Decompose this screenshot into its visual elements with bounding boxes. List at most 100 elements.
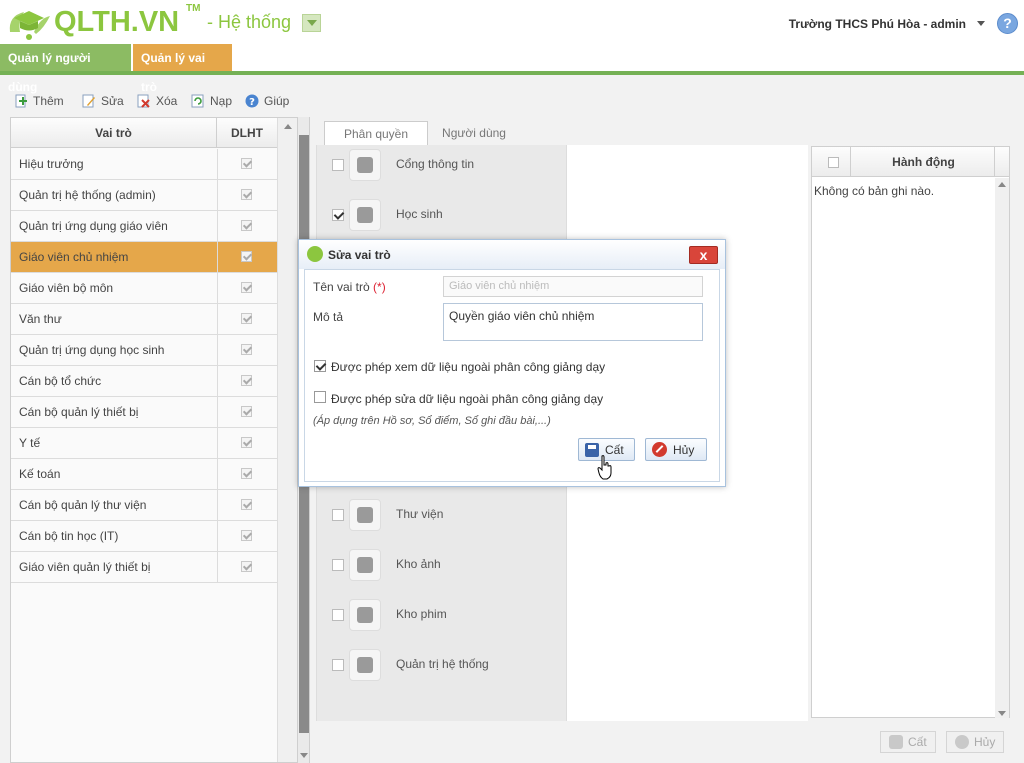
dialog-title: Sửa vai trò [328,248,391,262]
photo-album-icon [349,549,381,581]
scroll-down-icon[interactable] [300,753,308,758]
cell-divider [217,459,218,489]
delete-icon [137,94,151,108]
save-icon [889,735,903,749]
tab-user-management[interactable]: Quản lý người dùng [0,44,131,94]
bottom-save-label: Cất [908,735,927,749]
header-divider [994,147,995,177]
reload-button[interactable]: Nạp [191,94,232,108]
role-name-label: Tên vai trò (*) [313,280,386,294]
role-list-scrollbar[interactable] [277,118,297,762]
role-row[interactable]: Cán bộ quản lý thư viện [11,490,277,521]
role-row[interactable]: Cán bộ tin học (IT) [11,521,277,552]
role-row[interactable]: Văn thư [11,304,277,335]
permission-label: Quản trị hệ thống [396,657,489,671]
permission-checkbox[interactable] [332,609,344,621]
dlht-checkbox [241,313,252,324]
permission-item[interactable]: Kho ảnh [317,545,567,585]
tab-users[interactable]: Người dùng [428,121,520,145]
help-icon[interactable]: ? [997,13,1018,34]
edit-icon [82,94,96,108]
view-outside-assignment-checkbox[interactable] [314,360,326,372]
permission-label: Kho phim [396,607,447,621]
user-info[interactable]: Trường THCS Phú Hòa - admin [789,17,966,31]
column-header-role[interactable]: Vai trò [11,118,217,148]
delete-label: Xóa [156,94,178,108]
edit-outside-assignment-checkbox[interactable] [314,391,326,403]
add-button[interactable]: Thêm [14,94,64,108]
app-header: QLTH.VN TM - Hệ thống Trường THCS Phú Hò… [0,0,1024,44]
dlht-checkbox [241,158,252,169]
role-row[interactable]: Hiệu trưởng [11,149,277,180]
dlht-checkbox [241,437,252,448]
logo-text: QLTH.VN [54,5,180,38]
edit-button[interactable]: Sửa [82,94,124,108]
tab-role-management[interactable]: Quản lý vai trò [133,44,232,94]
system-dropdown-button[interactable] [302,14,321,32]
permission-item[interactable]: Học sinh [317,195,567,235]
dlht-checkbox [241,189,252,200]
permission-item[interactable]: Kho phim [317,595,567,635]
column-header-action[interactable]: Hành động [851,147,996,177]
select-all-checkbox[interactable] [828,157,839,168]
role-name-input[interactable]: Giáo viên chủ nhiệm [443,276,703,297]
role-row[interactable]: Giáo viên quản lý thiết bị [11,552,277,583]
permission-checkbox[interactable] [332,559,344,571]
role-name: Kế toán [19,467,61,481]
role-row[interactable]: Kế toán [11,459,277,490]
logo-icon [307,246,323,262]
delete-button[interactable]: Xóa [137,94,177,108]
permission-checkbox[interactable] [332,509,344,521]
role-row[interactable]: Cán bộ tổ chức [11,366,277,397]
reload-label: Nạp [210,94,233,108]
column-header-dlht[interactable]: DLHT [217,118,277,148]
action-grid-scrollbar[interactable] [995,178,1009,718]
role-name: Cán bộ quản lý thiết bị [19,405,139,419]
role-name: Giáo viên bộ môn [19,281,114,295]
library-icon [349,499,381,531]
caret-down-icon[interactable] [977,21,985,26]
role-name: Quản trị ứng dụng học sinh [19,343,165,357]
logo[interactable]: QLTH.VN [4,2,179,42]
bottom-cancel-button[interactable]: Hủy [946,731,1005,753]
permission-checkbox[interactable] [332,209,344,221]
dlht-checkbox [241,375,252,386]
role-row[interactable]: Giáo viên bộ môn [11,273,277,304]
cell-divider [217,273,218,303]
permission-checkbox[interactable] [332,659,344,671]
scroll-up-icon[interactable] [998,182,1006,187]
permission-label: Kho ảnh [396,557,441,571]
role-row[interactable]: Giáo viên chủ nhiệm [11,242,277,273]
help-label: Giúp [264,94,290,108]
bottom-save-button[interactable]: Cất [880,731,936,753]
help-button[interactable]: ? Giúp [245,94,289,108]
close-icon[interactable]: x [689,246,718,264]
film-icon [349,599,381,631]
dlht-checkbox [241,220,252,231]
dialog-titlebar[interactable]: Sửa vai trò x [299,240,725,269]
dialog-body: Tên vai trò (*) Giáo viên chủ nhiệm Mô t… [304,269,720,482]
scroll-up-icon[interactable] [284,124,292,129]
tab-permissions[interactable]: Phân quyền [324,121,428,145]
view-outside-assignment-label[interactable]: Được phép xem dữ liệu ngoài phân công gi… [331,360,605,374]
action-grid: Hành động Không có bản ghi nào. [811,146,1010,718]
scroll-down-icon[interactable] [998,711,1006,716]
role-row[interactable]: Y tế [11,428,277,459]
permission-item[interactable]: Thư viện [317,495,567,535]
role-row[interactable]: Quản trị hệ thống (admin) [11,180,277,211]
role-row[interactable]: Cán bộ quản lý thiết bị [11,397,277,428]
permission-item[interactable]: Quản trị hệ thống [317,645,567,685]
description-textarea[interactable]: Quyền giáo viên chủ nhiệm [443,303,703,341]
role-row[interactable]: Quản trị ứng dụng học sinh [11,335,277,366]
cancel-icon [652,442,667,457]
cancel-button[interactable]: Hủy [645,438,707,461]
role-name: Cán bộ tin học (IT) [19,529,119,543]
role-name: Giáo viên quản lý thiết bị [19,560,151,574]
cancel-label: Hủy [673,442,695,457]
permission-label: Học sinh [396,207,443,221]
edit-outside-assignment-label[interactable]: Được phép sửa dữ liệu ngoài phân công gi… [331,392,603,406]
role-row[interactable]: Quản trị ứng dụng giáo viên [11,211,277,242]
svg-text:?: ? [249,97,255,108]
permission-item[interactable]: Cổng thông tin [317,145,567,185]
permission-checkbox[interactable] [332,159,344,171]
